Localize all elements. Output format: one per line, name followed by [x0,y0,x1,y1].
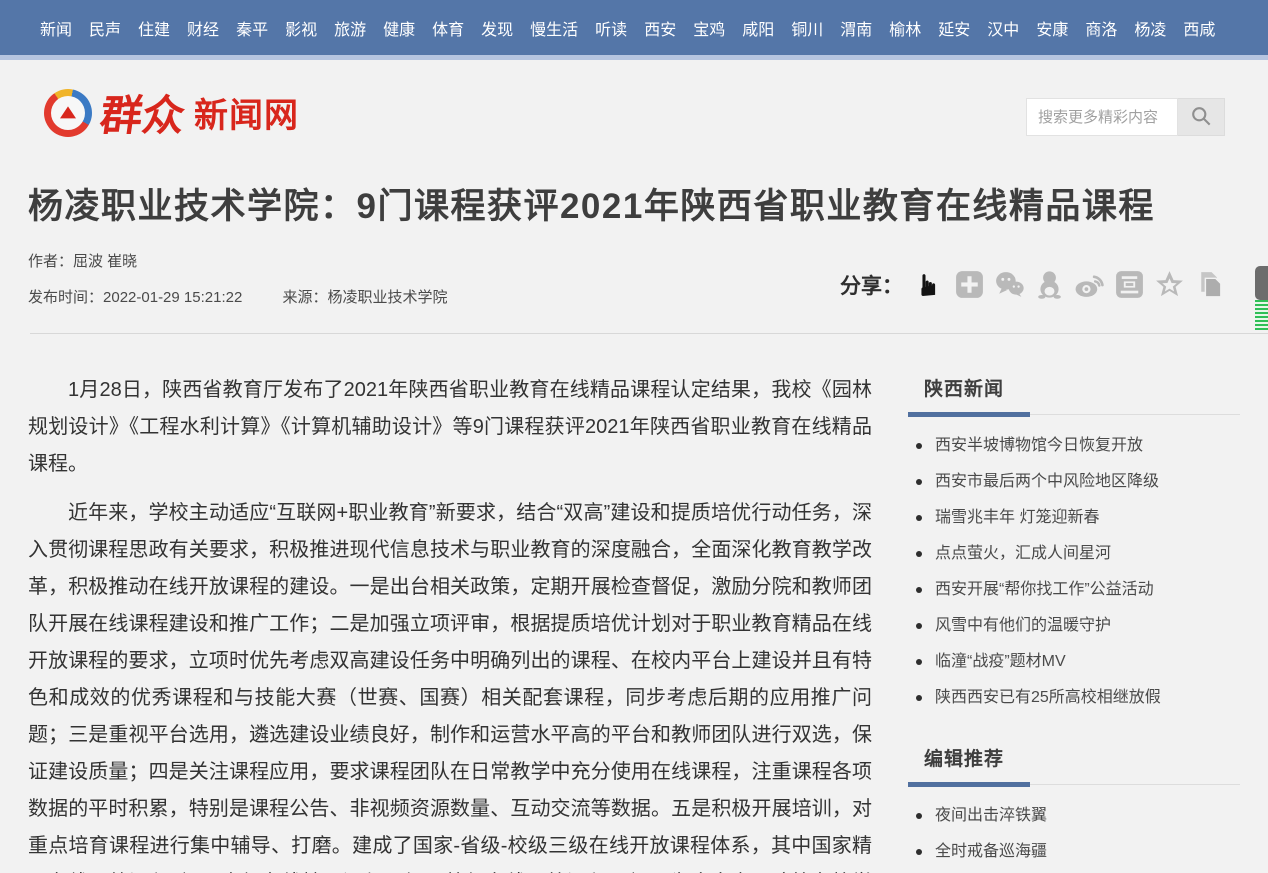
publish-time: 2022-01-29 15:21:22 [103,289,242,306]
site-header: 群众 新闻网 [0,60,1268,160]
weibo-icon[interactable] [1073,268,1106,301]
nav-item[interactable]: 发现 [481,16,513,40]
sidebar-news-item[interactable]: 临潼“战疫”题材MV [908,644,1240,680]
share-label: 分享： [840,270,903,300]
page: 新闻民声住建财经秦平影视旅游健康体育发现慢生活听读西安宝鸡咸阳铜川渭南榆林延安汉… [0,0,1268,873]
nav-item[interactable]: 延安 [938,16,970,40]
search-icon [1188,103,1214,132]
nav-item[interactable]: 榆林 [889,16,921,40]
wechat-icon[interactable] [993,268,1026,301]
section-divider [30,333,1268,334]
nav-item[interactable]: 民声 [89,16,121,40]
article-body: 1月28日，陕西省教育厅发布了2021年陕西省职业教育在线精品课程认定结果，我校… [28,358,872,873]
edge-widget-grip [1255,266,1268,300]
nav-item[interactable]: 旅游 [334,16,366,40]
sidebar-news-item[interactable]: 陕西西安已有25所高校相继放假 [908,680,1240,716]
sidebar-news-item[interactable]: 西安半坡博物馆今日恢复开放 [908,428,1240,464]
nav-item[interactable]: 咸阳 [742,16,774,40]
search-button[interactable] [1178,98,1225,136]
hand-click-icon[interactable] [913,268,946,301]
edge-widget[interactable] [1255,266,1268,330]
copy-link-icon[interactable] [1193,268,1226,301]
share-bar: 分享： [840,268,1226,301]
qzone-icon[interactable] [1153,268,1186,301]
sidebar-news-item[interactable]: 瑞雪兆丰年 灯笼迎新春 [908,500,1240,536]
nav-item[interactable]: 健康 [383,16,415,40]
nav-item[interactable]: 体育 [432,16,464,40]
sidebar-pick-item[interactable]: 全时戒备巡海疆 [908,834,1240,870]
author-label: 作者： [28,253,73,270]
logo-script-text: 群众 [97,82,190,143]
qq-icon[interactable] [1033,268,1066,301]
sidebar-pick-item[interactable]: 夜间出击淬铁翼 [908,798,1240,834]
nav-item[interactable]: 财经 [187,16,219,40]
sidebar-news-item[interactable]: 风雪中有他们的温暖守护 [908,608,1240,644]
pavilion-mark-icon [60,106,76,118]
sidebar: 陕西新闻 西安半坡博物馆今日恢复开放西安市最后两个中风险地区降级瑞雪兆丰年 灯笼… [908,358,1240,873]
sidebar-section-editor-picks: 编辑推荐 夜间出击淬铁翼全时戒备巡海疆跃上冰雪，拥抱快乐寒假 [908,744,1240,873]
source-name: 杨凌职业技术学院 [328,289,448,306]
edge-widget-meter [1255,300,1268,330]
share-more-icon[interactable] [953,268,986,301]
nav-item[interactable]: 杨凌 [1134,16,1166,40]
nav-item[interactable]: 西咸 [1183,16,1215,40]
author-names: 屈波 崔晓 [73,253,137,270]
sidebar-news-item[interactable]: 西安开展“帮你找工作”公益活动 [908,572,1240,608]
nav-item[interactable]: 住建 [138,16,170,40]
search-input[interactable] [1026,98,1178,136]
sidebar-section-title: 陕西新闻 [924,379,1004,400]
nav-item[interactable]: 商洛 [1085,16,1117,40]
nav-item[interactable]: 汉中 [987,16,1019,40]
nav-item[interactable]: 新闻 [40,16,72,40]
sidebar-section-header: 陕西新闻 [908,374,1240,415]
nav-item[interactable]: 渭南 [840,16,872,40]
nav-item[interactable]: 宝鸡 [693,16,725,40]
logo-text: 新闻网 [194,88,299,137]
source-label: 来源： [282,289,327,306]
article-paragraph: 1月28日，陕西省教育厅发布了2021年陕西省职业教育在线精品课程认定结果，我校… [28,372,872,483]
nav-item[interactable]: 听读 [595,16,627,40]
douban-icon[interactable] [1113,268,1146,301]
article-paragraph: 近年来，学校主动适应“互联网+职业教育”新要求，结合“双高”建设和提质培优行动任… [28,495,872,873]
sidebar-section-header: 编辑推荐 [908,744,1240,785]
qunzhong-logo-icon [44,89,92,137]
publish-time-label: 发布时间： [28,289,103,306]
sidebar-news-list: 西安半坡博物馆今日恢复开放西安市最后两个中风险地区降级瑞雪兆丰年 灯笼迎新春点点… [908,428,1240,716]
sidebar-picks-list: 夜间出击淬铁翼全时戒备巡海疆跃上冰雪，拥抱快乐寒假 [908,798,1240,873]
sidebar-news-item[interactable]: 点点萤火，汇成人间星河 [908,536,1240,572]
nav-item[interactable]: 西安 [644,16,676,40]
nav-item[interactable]: 秦平 [236,16,268,40]
article-title: 杨凌职业技术学院：9门课程获评2021年陕西省职业教育在线精品课程 [28,160,1240,228]
sidebar-section-shaanxi-news: 陕西新闻 西安半坡博物馆今日恢复开放西安市最后两个中风险地区降级瑞雪兆丰年 灯笼… [908,374,1240,716]
content-area: 1月28日，陕西省教育厅发布了2021年陕西省职业教育在线精品课程认定结果，我校… [0,358,1268,873]
nav-item[interactable]: 慢生活 [530,16,578,40]
nav-item[interactable]: 影视 [285,16,317,40]
sidebar-news-item[interactable]: 西安市最后两个中风险地区降级 [908,464,1240,500]
top-nav: 新闻民声住建财经秦平影视旅游健康体育发现慢生活听读西安宝鸡咸阳铜川渭南榆林延安汉… [0,0,1268,55]
search-box [1026,98,1225,136]
nav-item[interactable]: 铜川 [791,16,823,40]
sidebar-section-title: 编辑推荐 [924,749,1004,770]
site-logo[interactable]: 群众 新闻网 [44,82,299,143]
article-header: 杨凌职业技术学院：9门课程获评2021年陕西省职业教育在线精品课程 作者：屈波 … [28,160,1240,307]
nav-item[interactable]: 安康 [1036,16,1068,40]
